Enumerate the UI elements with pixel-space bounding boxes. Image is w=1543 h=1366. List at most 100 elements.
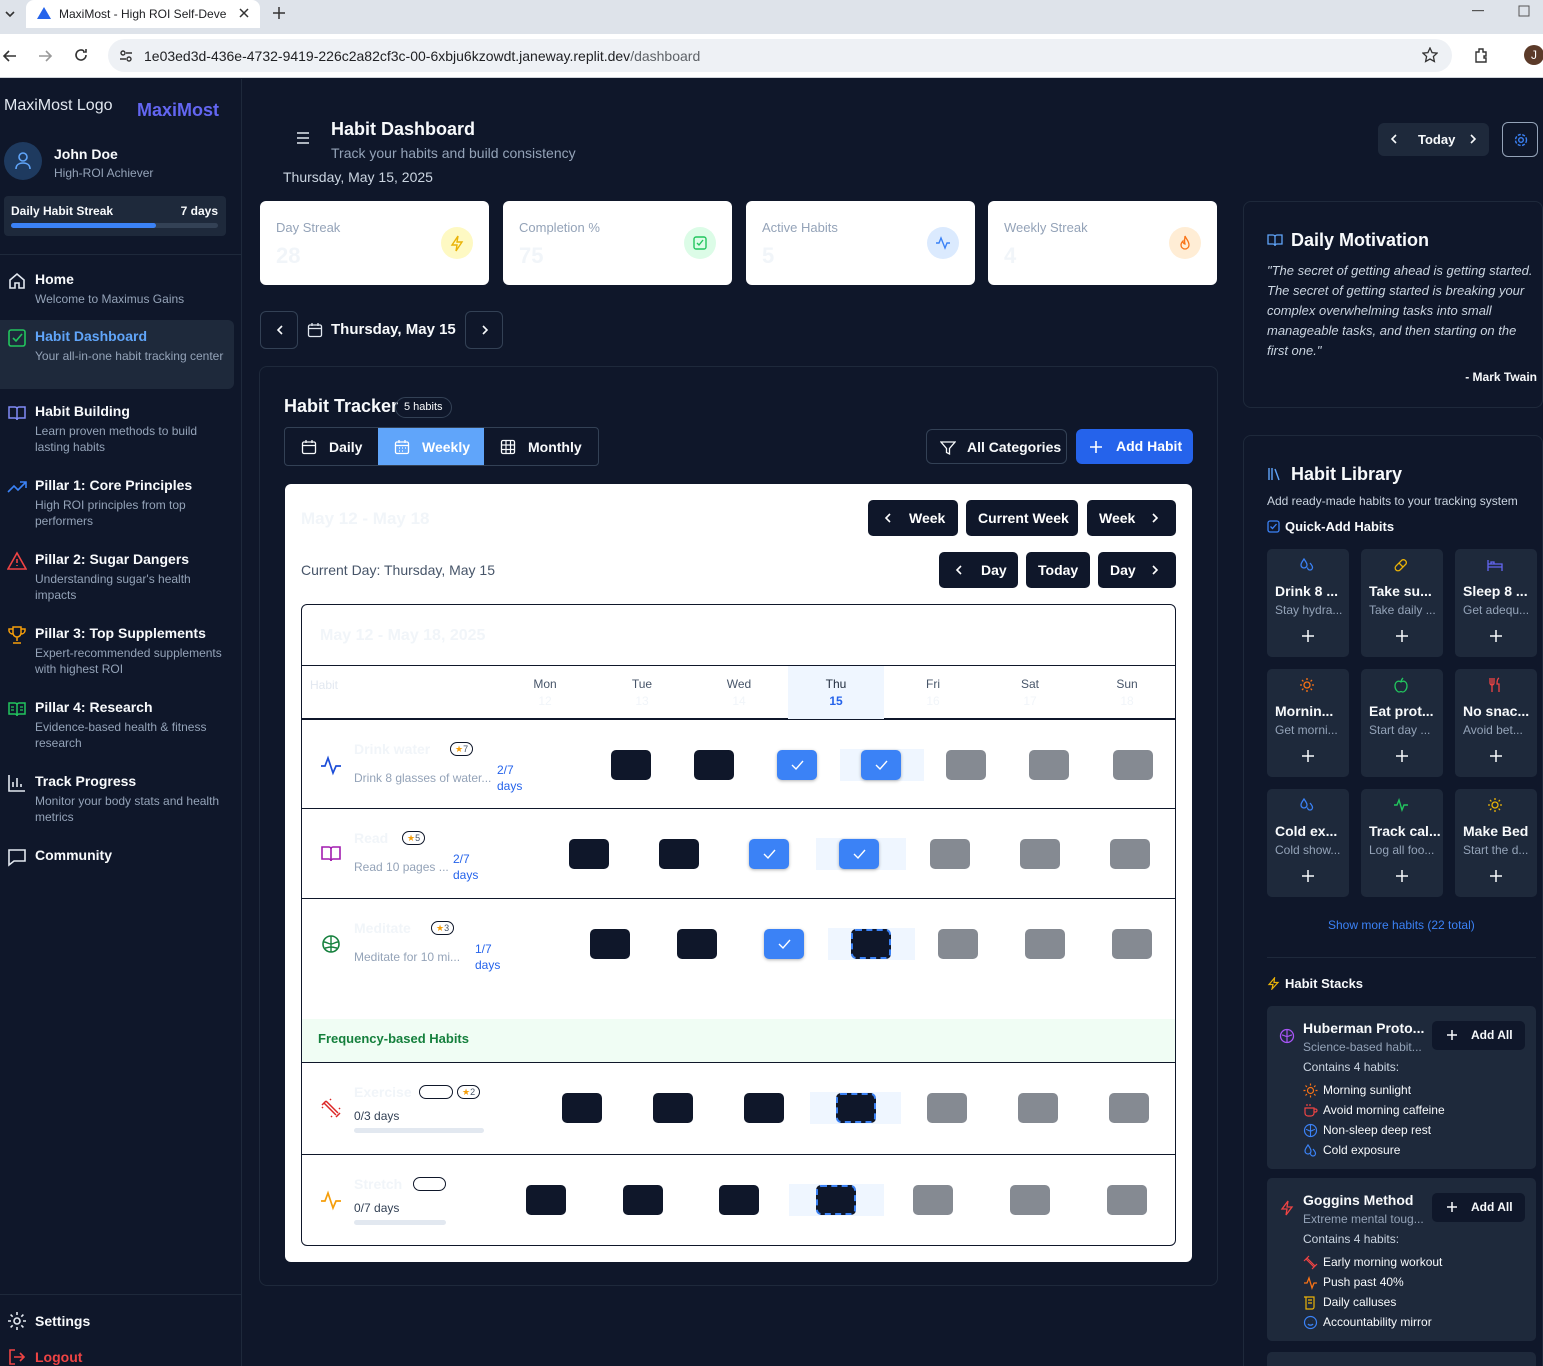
day-toggle-tue[interactable] [694,750,734,780]
day-toggle-thu[interactable] [851,929,891,959]
menu-icon[interactable] [295,131,311,145]
extensions-icon[interactable] [1473,46,1491,64]
day-toggle-sun[interactable] [1107,1185,1147,1215]
day-toggle-tue[interactable] [659,839,699,869]
add-all-button[interactable]: Add All [1432,1193,1525,1222]
day-toggle-mon[interactable] [611,750,651,780]
brand-name[interactable]: MaxiMost [137,100,219,121]
day-toggle-mon[interactable] [569,839,609,869]
day-toggle-thu[interactable] [861,750,901,780]
day-toggle-sun[interactable] [1110,839,1150,869]
new-tab-icon[interactable] [272,6,286,20]
day-toggle-sat[interactable] [1018,1093,1058,1123]
day-toggle-sat[interactable] [1010,1185,1050,1215]
sidebar-item-community[interactable]: Community [0,839,234,871]
next-day-button[interactable]: Day [1098,552,1176,588]
day-toggle-fri[interactable] [930,839,970,869]
sidebar-item-pillar-3[interactable]: Pillar 3: Top Supplements Expert-recomme… [0,617,234,685]
logout-link[interactable]: Logout [35,1349,82,1365]
day-toggle-sat[interactable] [1029,750,1069,780]
close-tab-icon[interactable] [238,7,250,19]
day-toggle-wed[interactable] [764,929,804,959]
day-toggle-thu[interactable] [836,1093,876,1123]
day-toggle-mon[interactable] [526,1185,566,1215]
show-more-link[interactable]: Show more habits (22 total) [1328,918,1475,932]
settings-button[interactable] [1502,122,1538,157]
day-toggle-tue[interactable] [677,929,717,959]
day-toggle-fri[interactable] [927,1093,967,1123]
browser-tab[interactable]: MaxiMost - High ROI Self-Deve [26,0,260,28]
forward-icon[interactable] [37,48,53,64]
categories-filter-button[interactable]: All Categories [926,429,1067,464]
day-toggle-wed[interactable] [719,1185,759,1215]
plus-icon[interactable] [1301,749,1315,763]
plus-icon[interactable] [1301,869,1315,883]
plus-icon[interactable] [1301,629,1315,643]
plus-icon[interactable] [1489,869,1503,883]
reload-icon[interactable] [73,47,89,63]
quick-add-habit-card[interactable]: Eat prot... Start day ... [1361,669,1443,777]
sidebar-item-habit-building[interactable]: Habit Building Learn proven methods to b… [0,395,234,463]
quick-add-habit-card[interactable]: Make Bed Start the d... [1455,789,1537,897]
day-toggle-fri[interactable] [913,1185,953,1215]
day-toggle-mon[interactable] [562,1093,602,1123]
minimize-icon[interactable] [1472,10,1484,12]
back-icon[interactable] [2,48,18,64]
day-toggle-sun[interactable] [1109,1093,1149,1123]
today-day-button[interactable]: Today [1026,552,1090,588]
plus-icon[interactable] [1489,749,1503,763]
quick-add-habit-card[interactable]: Sleep 8 ... Get adequ... [1455,549,1537,657]
day-toggle-sun[interactable] [1112,929,1152,959]
plus-icon[interactable] [1395,629,1409,643]
day-toggle-fri[interactable] [946,750,986,780]
sidebar-item-track-progress[interactable]: Track Progress Monitor your body stats a… [0,765,234,833]
bookmark-star-icon[interactable] [1422,47,1438,63]
quick-add-habit-card[interactable]: No snac... Avoid bet... [1455,669,1537,777]
today-button[interactable]: Today [1418,132,1455,147]
day-toggle-wed[interactable] [777,750,817,780]
plus-icon[interactable] [1395,869,1409,883]
day-toggle-wed[interactable] [749,839,789,869]
quick-add-habit-card[interactable]: Drink 8 ... Stay hydra... [1267,549,1349,657]
add-habit-button[interactable]: Add Habit [1076,429,1193,464]
sidebar-item-home[interactable]: Home Welcome to Maximus Gains [0,263,234,315]
next-week-button[interactable]: Week [1087,500,1176,536]
quick-add-habit-card[interactable]: Cold ex... Cold show... [1267,789,1349,897]
prev-date-button[interactable] [260,311,298,349]
sidebar-item-pillar-1[interactable]: Pillar 1: Core Principles High ROI princ… [0,469,234,537]
sidebar-item-pillar-2[interactable]: Pillar 2: Sugar Dangers Understanding su… [0,543,234,611]
settings-link[interactable]: Settings [35,1313,90,1329]
tab-monthly[interactable]: Monthly [484,428,598,465]
tab-daily[interactable]: Daily [285,428,378,465]
day-toggle-thu[interactable] [816,1185,856,1215]
maximize-icon[interactable] [1518,5,1530,17]
next-date-button[interactable] [465,311,503,349]
day-toggle-sun[interactable] [1113,750,1153,780]
prev-week-button[interactable]: Week [868,500,958,536]
chevron-left-icon[interactable] [1388,133,1400,145]
quick-add-habit-card[interactable]: Take su... Take daily ... [1361,549,1443,657]
profile-avatar[interactable]: J [1524,45,1543,65]
tab-weekly[interactable]: Weekly [378,428,484,465]
sidebar-item-pillar-4[interactable]: Pillar 4: Research Evidence-based health… [0,691,234,759]
day-toggle-tue[interactable] [623,1185,663,1215]
day-toggle-tue[interactable] [653,1093,693,1123]
current-week-button[interactable]: Current Week [966,500,1078,536]
day-toggle-sat[interactable] [1020,839,1060,869]
tab-list-chevron-icon[interactable] [4,8,16,20]
day-toggle-fri[interactable] [938,929,978,959]
address-bar[interactable]: 1e03ed3d-436e-4732-9419-226c2a82cf3c-00-… [108,39,1452,72]
day-toggle-sat[interactable] [1025,929,1065,959]
quick-add-habit-card[interactable]: Mornin... Get morni... [1267,669,1349,777]
chevron-right-icon[interactable] [1467,133,1479,145]
day-toggle-wed[interactable] [744,1093,784,1123]
day-toggle-mon[interactable] [590,929,630,959]
quick-add-habit-card[interactable]: Track cal... Log all foo... [1361,789,1443,897]
prev-day-button[interactable]: Day [939,552,1018,588]
plus-icon[interactable] [1395,749,1409,763]
plus-icon[interactable] [1489,629,1503,643]
day-toggle-thu[interactable] [839,839,879,869]
sidebar-item-habit-dashboard[interactable]: Habit Dashboard Your all-in-one habit tr… [0,320,234,389]
add-all-button[interactable]: Add All [1432,1021,1525,1050]
site-info-icon[interactable] [118,48,134,64]
